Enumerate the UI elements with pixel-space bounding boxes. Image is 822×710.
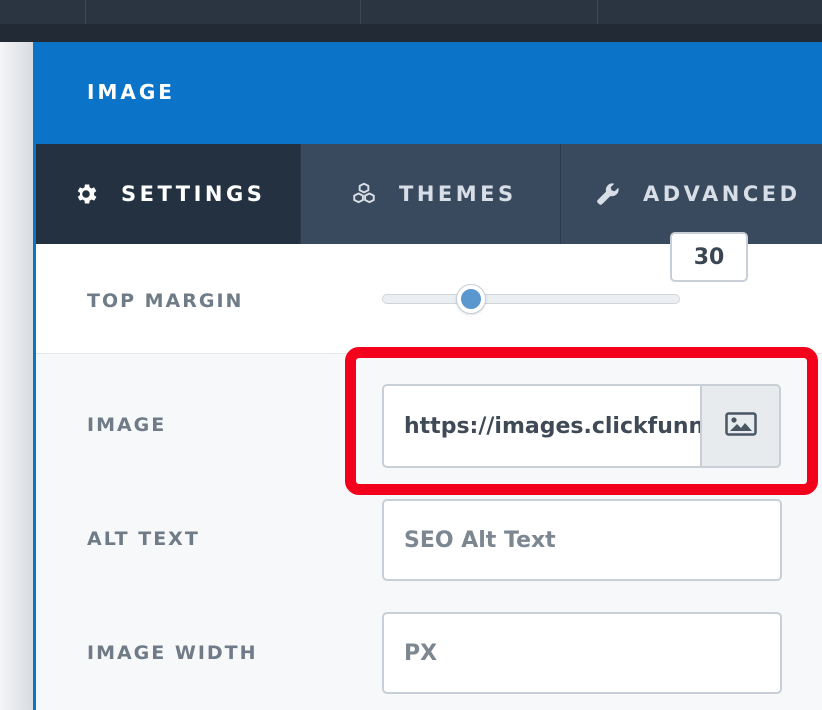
wrench-icon — [595, 181, 621, 207]
top-margin-label: TOP MARGIN — [87, 290, 244, 312]
top-margin-value[interactable]: 30 — [670, 232, 748, 282]
image-width-input[interactable]: PX — [382, 612, 782, 694]
panel-tabs: SETTINGS THEMES ADVANCED — [36, 144, 822, 244]
tab-themes[interactable]: THEMES — [300, 144, 560, 244]
tab-advanced[interactable]: ADVANCED — [560, 144, 822, 244]
cubes-icon — [351, 181, 377, 207]
top-bar-segment — [85, 0, 360, 24]
tab-advanced-label: ADVANCED — [643, 182, 801, 206]
tab-settings-label: SETTINGS — [121, 182, 266, 206]
image-width-label: IMAGE WIDTH — [87, 642, 258, 664]
panel-title: IMAGE — [87, 80, 175, 104]
left-canvas-edge — [0, 42, 33, 710]
alt-text-label: ALT TEXT — [87, 528, 200, 550]
image-picker-button[interactable] — [701, 384, 781, 468]
gear-icon — [73, 181, 99, 207]
image-settings-panel: IMAGE SETTINGS THEMES ADVANCED — [33, 42, 822, 710]
top-margin-slider-track[interactable] — [382, 294, 680, 304]
image-icon — [724, 412, 757, 440]
tab-themes-label: THEMES — [399, 182, 517, 206]
tab-settings[interactable]: SETTINGS — [36, 144, 300, 244]
app-top-bar — [0, 0, 822, 42]
top-bar-strip — [0, 24, 822, 42]
image-label: IMAGE — [87, 414, 167, 436]
panel-header: IMAGE — [36, 42, 822, 144]
top-bar-segment — [360, 0, 597, 24]
alt-text-input[interactable]: SEO Alt Text — [382, 499, 782, 581]
top-bar-segment — [597, 0, 809, 24]
image-url-input[interactable]: https://images.clickfunnels — [382, 384, 702, 468]
